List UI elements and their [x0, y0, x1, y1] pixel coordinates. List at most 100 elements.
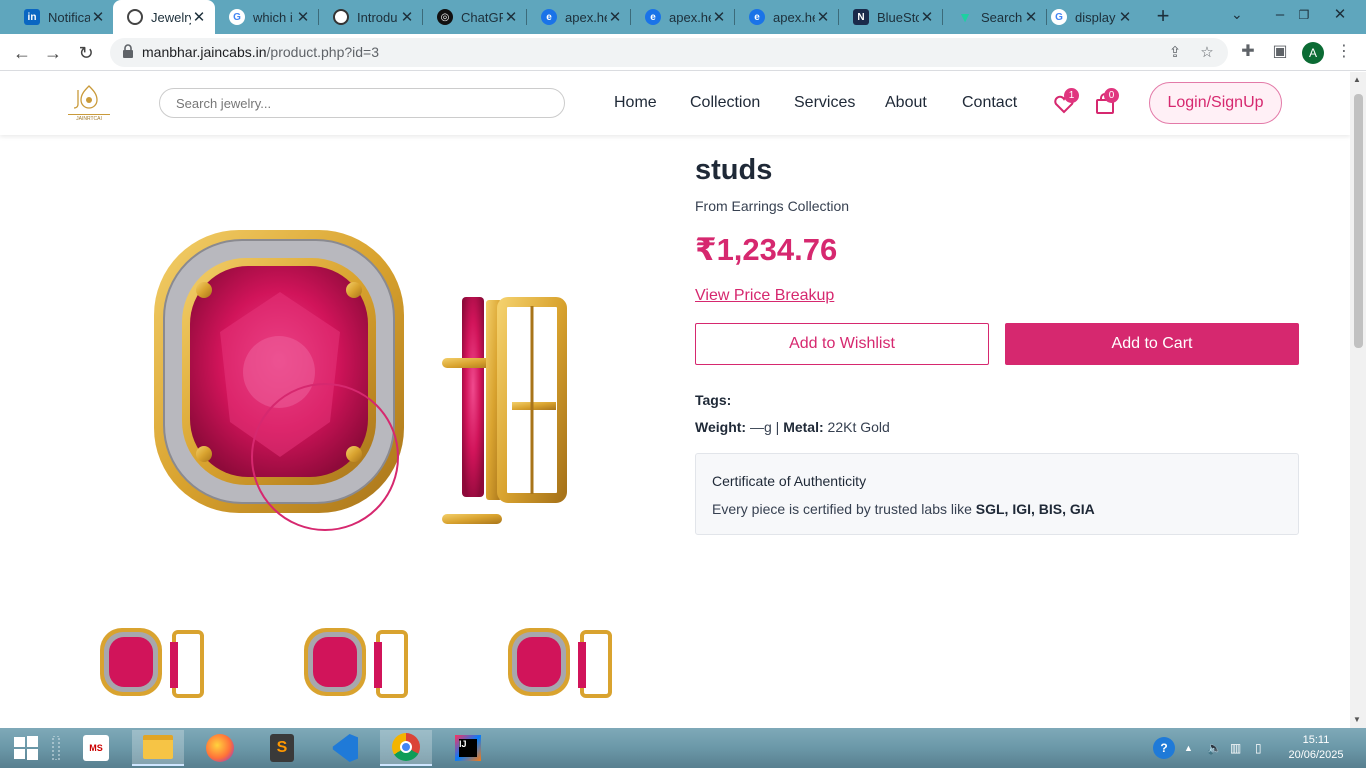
network-icon[interactable]: ▥ [1230, 728, 1241, 768]
browser-tab[interactable]: e apex.he ✕ [631, 0, 735, 34]
page-scrollbar[interactable]: ▲ ▼ [1350, 72, 1366, 728]
site-header: JAINRTCAI Home Collection Services About… [0, 72, 1350, 135]
browser-tab-active[interactable]: Jewelry ✕ [113, 0, 215, 34]
forward-arrow-icon[interactable]: → [41, 41, 65, 65]
product-title: studs [695, 154, 773, 186]
edge-icon: e [541, 9, 557, 25]
tab-title: BlueSto [877, 9, 919, 25]
tab-title: Jewelry [151, 9, 191, 25]
price-breakup-link[interactable]: View Price Breakup [695, 287, 834, 305]
search-engine-icon: ▼ [958, 9, 972, 25]
close-tab-icon[interactable]: ✕ [399, 8, 415, 26]
spec-separator: | [775, 419, 780, 435]
vscode-icon[interactable] [318, 730, 370, 766]
extensions-puzzle-icon[interactable]: ✚ [1238, 42, 1258, 62]
file-explorer-icon[interactable] [132, 730, 184, 766]
chrome-icon[interactable] [380, 730, 432, 766]
intellij-icon[interactable]: IJ [442, 730, 494, 766]
nav-collection[interactable]: Collection [690, 94, 760, 112]
tab-title: display [1075, 9, 1116, 25]
close-tab-icon[interactable]: ✕ [191, 8, 207, 26]
metal-value: 22Kt Gold [827, 419, 890, 435]
help-icon[interactable]: ? [1153, 728, 1175, 768]
browser-tab[interactable]: ▼ Search ✕ [943, 0, 1047, 34]
browser-tab[interactable]: Introdu ✕ [319, 0, 423, 34]
address-bar[interactable]: manbhar.jaincabs.in/product.php?id=3 ⇪ ☆ [110, 38, 1228, 67]
close-tab-icon[interactable]: ✕ [503, 8, 519, 26]
tags-label: Tags: [695, 392, 732, 408]
product-thumbnail[interactable] [302, 624, 412, 700]
close-tab-icon[interactable]: ✕ [919, 8, 935, 26]
nav-about[interactable]: About [885, 94, 927, 112]
browser-tab[interactable]: in Notifica ✕ [10, 0, 114, 34]
close-tab-icon[interactable]: ✕ [295, 8, 311, 26]
nav-home[interactable]: Home [614, 94, 657, 112]
browser-tab[interactable]: G which i ✕ [215, 0, 319, 34]
metal-label: Metal: [783, 419, 824, 435]
login-signup-button[interactable]: Login/SignUp [1149, 82, 1282, 124]
browser-tab-strip: in Notifica ✕ Jewelry ✕ G which i ✕ Intr… [0, 0, 1366, 34]
browser-tab[interactable]: N BlueSto ✕ [839, 0, 943, 34]
share-icon[interactable]: ⇪ [1166, 44, 1184, 62]
browser-menu-icon[interactable]: ⋮ [1334, 42, 1354, 62]
brand-logo[interactable]: JAINRTCAI [64, 82, 114, 122]
windows-taskbar: MS S IJ ? ▲ 🔈 ▥ ▯ 15:11 20/06/2025 [0, 728, 1366, 768]
page-viewport: JAINRTCAI Home Collection Services About… [0, 72, 1350, 728]
battery-icon[interactable]: ▯ [1255, 728, 1262, 768]
tab-title: Search [981, 9, 1023, 25]
firefox-icon[interactable] [194, 730, 246, 766]
bookmark-star-icon[interactable]: ☆ [1198, 44, 1216, 62]
speaker-icon[interactable]: 🔈 [1207, 728, 1222, 768]
lock-icon [123, 44, 133, 58]
task-view-icon[interactable] [44, 730, 68, 766]
tab-search-chevron-icon[interactable]: ⌄ [1231, 6, 1243, 23]
tab-title: apex.he [565, 9, 607, 25]
close-tab-icon[interactable]: ✕ [1117, 8, 1133, 26]
add-to-wishlist-button[interactable]: Add to Wishlist [695, 323, 989, 365]
sublime-text-icon[interactable]: S [256, 730, 308, 766]
tray-chevron-up-icon[interactable]: ▲ [1184, 728, 1193, 768]
browser-tab[interactable]: e apex.he ✕ [527, 0, 631, 34]
back-arrow-icon[interactable]: ← [10, 41, 34, 65]
product-specs: Weight: —g | Metal: 22Kt Gold [695, 419, 890, 435]
scroll-up-arrow-icon[interactable]: ▲ [1353, 75, 1361, 84]
scrollbar-thumb[interactable] [1354, 94, 1363, 348]
close-tab-icon[interactable]: ✕ [815, 8, 831, 26]
product-thumbnail[interactable] [98, 624, 208, 700]
nav-services[interactable]: Services [794, 94, 855, 112]
tab-title: apex.he [669, 9, 711, 25]
nav-contact[interactable]: Contact [962, 94, 1017, 112]
certificate-labs: SGL, IGI, BIS, GIA [975, 501, 1095, 517]
close-tab-icon[interactable]: ✕ [90, 8, 106, 26]
browser-tab[interactable]: G display ✕ [1037, 0, 1141, 34]
clock-time: 15:11 [1302, 734, 1330, 746]
cart-count-badge: 0 [1104, 88, 1119, 103]
close-window-icon[interactable]: ✕ [1322, 0, 1358, 34]
scroll-down-arrow-icon[interactable]: ▼ [1353, 715, 1361, 724]
certificate-heading: Certificate of Authenticity [712, 473, 867, 489]
certificate-text: Every piece is certified by trusted labs… [712, 501, 1095, 517]
wishlist-count-badge: 1 [1064, 88, 1079, 103]
system-clock[interactable]: 15:11 20/06/2025 [1284, 733, 1348, 763]
openai-icon [333, 9, 349, 25]
browser-tab[interactable]: ◎ ChatGP ✕ [423, 0, 527, 34]
side-panel-icon[interactable]: ▣ [1270, 42, 1290, 62]
add-to-cart-button[interactable]: Add to Cart [1005, 323, 1299, 365]
browser-tab[interactable]: e apex.he ✕ [735, 0, 839, 34]
close-tab-icon[interactable]: ✕ [607, 8, 623, 26]
search-input[interactable] [159, 88, 565, 118]
new-tab-button[interactable]: + [1152, 5, 1174, 27]
ms-todo-icon[interactable]: MS [70, 730, 122, 766]
google-icon: G [229, 9, 245, 25]
restore-window-icon[interactable]: ❐ [1286, 0, 1322, 34]
product-thumbnail[interactable] [506, 624, 616, 700]
edge-icon: e [645, 9, 661, 25]
certificate-box: Certificate of Authenticity Every piece … [695, 453, 1299, 535]
globe-icon [127, 9, 143, 25]
close-tab-icon[interactable]: ✕ [711, 8, 727, 26]
reload-icon[interactable]: ↻ [74, 41, 98, 65]
profile-avatar[interactable]: A [1302, 42, 1324, 64]
url-text: manbhar.jaincabs.in/product.php?id=3 [142, 44, 379, 60]
product-main-image[interactable] [140, 222, 580, 532]
weight-label: Weight: [695, 419, 747, 435]
